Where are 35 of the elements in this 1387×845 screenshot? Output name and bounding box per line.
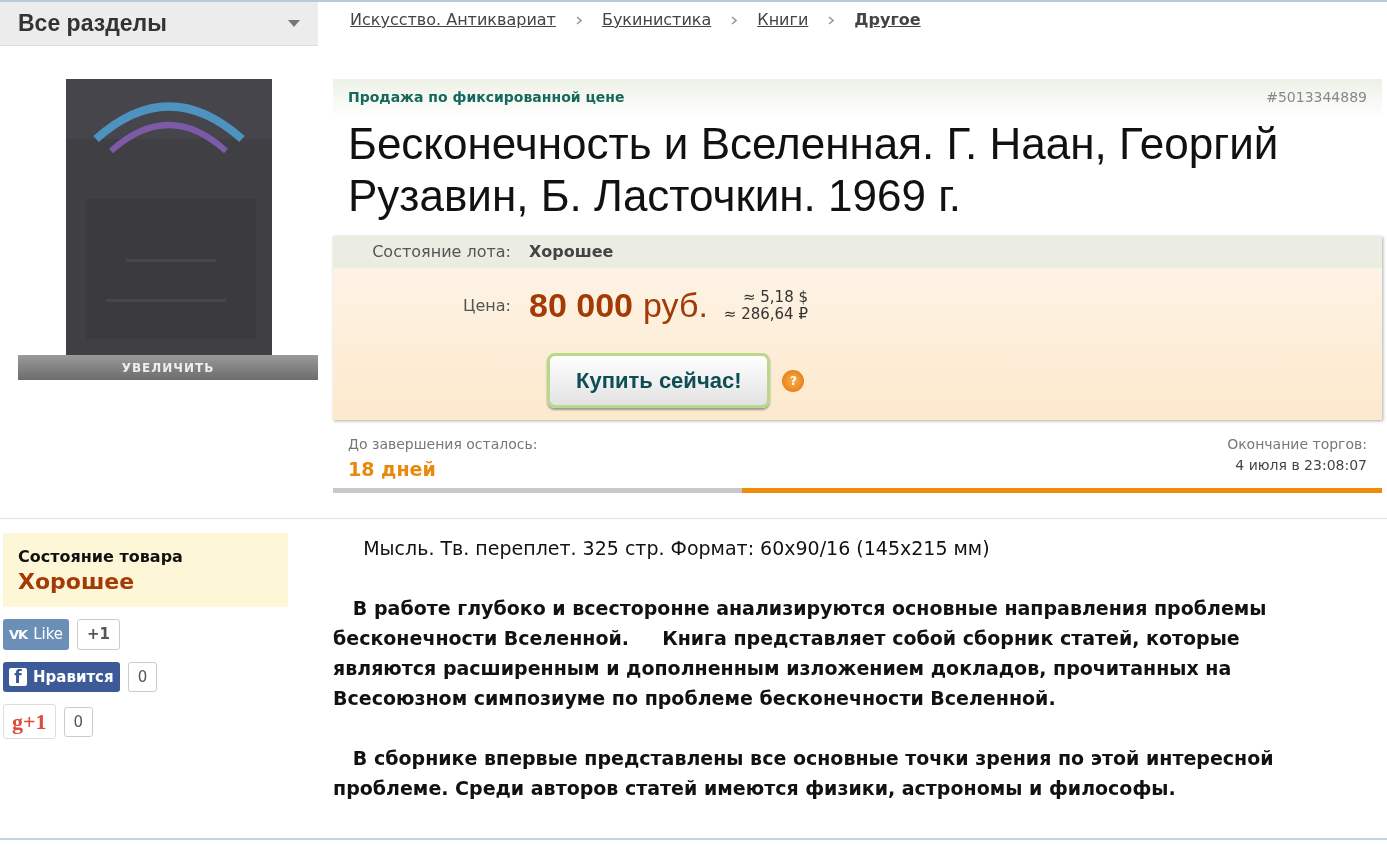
end-time: 4 июля в 23:08:07: [1234, 456, 1367, 475]
price-amount: 80 000: [529, 285, 633, 326]
converted-price: ≈ 286,64 ₽: [723, 305, 808, 323]
price-label: Цена:: [462, 294, 512, 317]
sale-type-label: Продажа по фиксированной цене: [348, 88, 625, 107]
breadcrumb-link[interactable]: Букинистика: [601, 8, 712, 32]
buy-now-button[interactable]: Купить сейчас!: [547, 353, 771, 408]
price-currency: руб.: [643, 285, 708, 326]
breadcrumb-link[interactable]: Искусство. Антиквариат: [350, 8, 556, 32]
converted-price: ≈ 5,18 $: [741, 288, 808, 306]
caret-icon: [288, 20, 300, 27]
end-label: Окончание торгов:: [1227, 435, 1367, 454]
lot-number: #5013344889: [1266, 88, 1367, 107]
description-paragraph: Мысль. Тв. переплет. 325 стр. Формат: 60х90/16 (145х215 мм): [362, 536, 991, 561]
description-paragraph: В работе глубоко и всесторонне анализируются основные направления проблемы бесконечности Вселенной. Книга представляет собой сборник статей, которые являются расширенным и дополненным изложением докладов, прочитанных на Всесоюзном симпозиуме по проблеме бесконечности Вселенной.: [333, 596, 1268, 711]
google-plus-button[interactable]: g+1: [3, 704, 56, 740]
description-paragraph: В сборнике впервые представлены все основные точки зрения по этой интересной проблеме. Среди авторов статей имеются физики, астрономы и философы.: [333, 746, 1275, 801]
category-dropdown[interactable]: Все разделы: [0, 2, 318, 46]
like-count: 0: [63, 706, 94, 738]
time-remaining: 18 дней: [348, 457, 437, 482]
like-count: 0: [127, 661, 158, 693]
lot-title: Бесконечность и Вселенная. Г. Наан, Георгий Рузавин, Б. Ласточкин. 1969 г.: [347, 118, 1280, 222]
condition-card-label: Состояние товара: [18, 546, 184, 568]
condition-label: Состояние лота:: [371, 241, 512, 263]
facebook-like-button[interactable]: f Нравится: [3, 661, 120, 693]
like-count: +1: [77, 619, 121, 650]
chevron-icon: [828, 15, 835, 25]
chevron-icon: [575, 15, 582, 25]
breadcrumb-link[interactable]: Книги: [757, 8, 809, 32]
category-label: Все разделы: [18, 9, 167, 39]
breadcrumb-link[interactable]: Другое: [854, 8, 921, 32]
condition-value: Хорошее: [529, 241, 614, 263]
time-remaining-label: До завершения осталось:: [348, 435, 538, 454]
condition-card-value: Хорошее: [18, 569, 136, 596]
chevron-icon: [731, 15, 738, 25]
